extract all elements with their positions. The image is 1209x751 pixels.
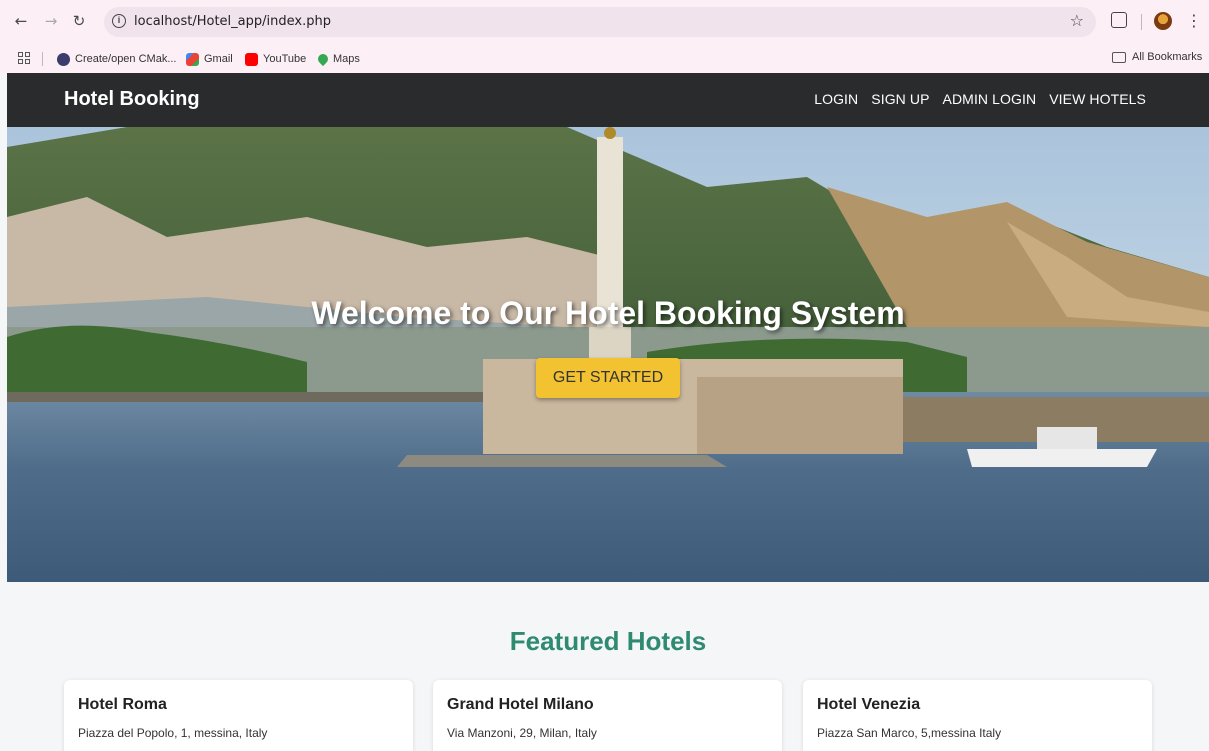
nav-signup-link[interactable]: SIGN UP <box>871 91 929 107</box>
hero-background-image <box>7 127 1209 582</box>
hero-title: Welcome to Our Hotel Booking System <box>311 295 905 331</box>
site-brand[interactable]: Hotel Booking <box>64 88 200 111</box>
url-text[interactable]: localhost/Hotel_app/index.php <box>134 14 331 29</box>
bookmark-youtube[interactable]: YouTube <box>245 51 306 67</box>
bookmark-star-icon[interactable]: ☆ <box>1070 11 1084 30</box>
nav-view-hotels-link[interactable]: VIEW HOTELS <box>1049 91 1146 107</box>
nav-login-link[interactable]: LOGIN <box>814 91 858 107</box>
bookmark-label: YouTube <box>263 53 307 65</box>
back-icon[interactable]: ← <box>12 12 30 30</box>
bookmarks-divider <box>42 52 43 66</box>
hotel-name: Grand Hotel Milano <box>447 696 594 713</box>
hotel-name: Hotel Roma <box>78 696 167 713</box>
apps-grid-icon[interactable] <box>18 52 30 64</box>
featured-hotels-title: Featured Hotels <box>509 626 707 656</box>
toolbar-divider <box>1141 14 1142 30</box>
bookmark-label: Create/open CMak... <box>75 53 177 65</box>
profile-avatar[interactable] <box>1154 12 1172 30</box>
hotel-name: Hotel Venezia <box>817 696 921 713</box>
extensions-icon[interactable] <box>1111 12 1127 28</box>
folder-icon <box>1112 51 1126 63</box>
gmail-icon <box>186 52 199 66</box>
hotel-card[interactable]: Grand Hotel Milano Via Manzoni, 29, Mila… <box>433 680 782 751</box>
bookmark-gmail[interactable]: Gmail <box>186 51 233 67</box>
hero-banner: Welcome to Our Hotel Booking System GET … <box>7 127 1209 582</box>
hotel-card[interactable]: Hotel Roma Piazza del Popolo, 1, messina… <box>64 680 413 751</box>
site-info-icon[interactable]: i <box>112 14 126 28</box>
nav-admin-login-link[interactable]: ADMIN LOGIN <box>943 91 1037 107</box>
browser-chrome: ← → ↻ i localhost/Hotel_app/index.php ☆ … <box>0 0 1209 73</box>
youtube-icon <box>245 52 258 66</box>
menu-kebab-icon[interactable]: ⋮ <box>1186 11 1202 30</box>
bookmark-label: Gmail <box>204 53 233 65</box>
bookmark-maps[interactable]: Maps <box>315 51 360 67</box>
maps-pin-icon <box>315 51 331 67</box>
all-bookmarks-label: All Bookmarks <box>1132 51 1203 63</box>
nav-links: LOGIN SIGN UP ADMIN LOGIN VIEW HOTELS <box>814 91 1146 107</box>
web-page: Hotel Booking LOGIN SIGN UP ADMIN LOGIN … <box>7 73 1209 751</box>
site-navbar: Hotel Booking LOGIN SIGN UP ADMIN LOGIN … <box>7 73 1209 127</box>
url-bar[interactable]: i localhost/Hotel_app/index.php ☆ <box>104 7 1096 37</box>
hotel-card[interactable]: Hotel Venezia Piazza San Marco, 5,messin… <box>803 680 1152 751</box>
bookmark-label: Maps <box>333 53 360 65</box>
hotel-address: Via Manzoni, 29, Milan, Italy <box>447 726 597 740</box>
get-started-button[interactable]: GET STARTED <box>536 358 680 398</box>
hotel-address: Piazza San Marco, 5,messina Italy <box>817 726 1002 740</box>
bookmarks-bar: Create/open CMak... Gmail YouTube Maps A… <box>0 44 1209 73</box>
address-bar-row: ← → ↻ i localhost/Hotel_app/index.php ☆ … <box>0 0 1209 44</box>
reload-icon[interactable]: ↻ <box>70 12 88 30</box>
forward-icon[interactable]: → <box>42 12 60 30</box>
cmake-icon <box>57 52 70 66</box>
bookmark-cmake[interactable]: Create/open CMak... <box>57 51 177 67</box>
hotel-address: Piazza del Popolo, 1, messina, Italy <box>78 726 268 740</box>
all-bookmarks-button[interactable]: All Bookmarks <box>1112 51 1202 63</box>
